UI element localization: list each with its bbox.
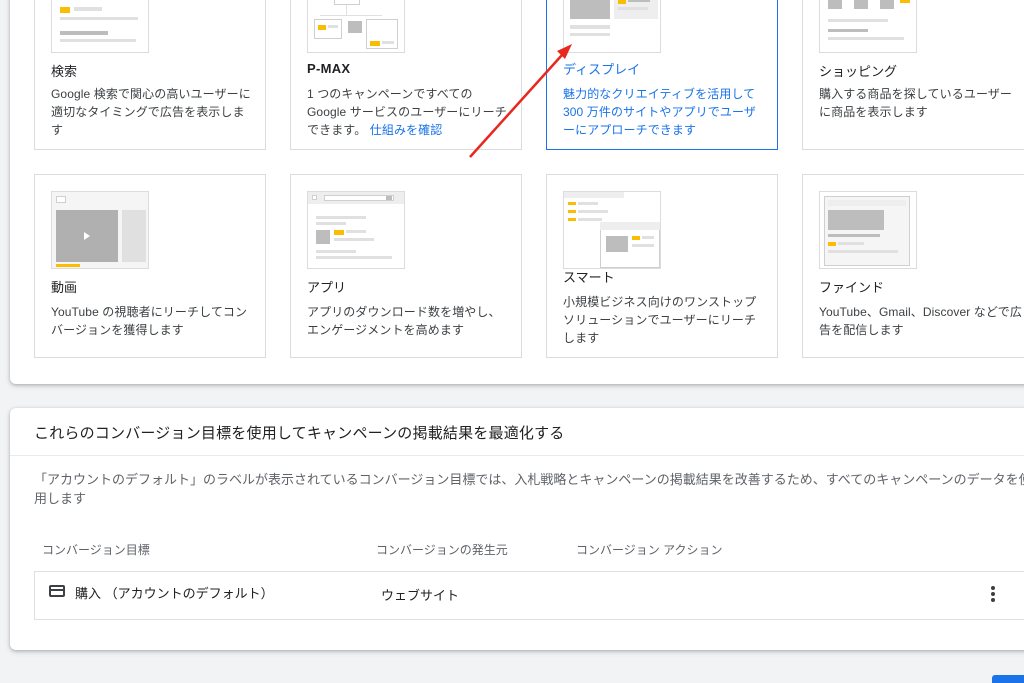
- campaign-type-smart-card[interactable]: スマート 小規模ビジネス向けのワンストップ ソリューションでユーザーにリーチしま…: [546, 174, 778, 358]
- conversion-goals-panel: これらのコンバージョン目標を使用してキャンペーンの掲載結果を最適化する 「アカウ…: [10, 408, 1024, 650]
- campaign-type-display-card[interactable]: ディスプレイ 魅力的なクリエイティブを活用して 300 万件のサイトやアプリでユ…: [546, 0, 778, 150]
- campaign-type-pmax-card[interactable]: P-MAX 1 つのキャンペーンですべての Google サービスのユーザーにリ…: [290, 0, 522, 150]
- campaign-type-search-card[interactable]: 検索 Google 検索で関心の高いユーザーに適切なタイミングで広告を表示します: [34, 0, 266, 150]
- divider: [10, 455, 1024, 456]
- card-title: ショッピング: [819, 64, 898, 79]
- card-description: 魅力的なクリエイティブを活用して 300 万件のサイトやアプリでユーザーにアプロ…: [563, 87, 756, 137]
- smart-illustration: [563, 191, 661, 269]
- learn-more-link[interactable]: 仕組みを確認: [370, 123, 443, 137]
- card-description: YouTube の視聴者にリーチしてコンバージョンを獲得します: [51, 305, 248, 337]
- section-description: 「アカウントのデフォルト」のラベルが表示されているコンバージョン目標では、入札戦…: [34, 472, 1024, 506]
- card-title: P-MAX: [307, 61, 351, 76]
- campaign-type-panel: 検索 Google 検索で関心の高いユーザーに適切なタイミングで広告を表示します…: [10, 0, 1024, 384]
- section-title: これらのコンバージョン目標を使用してキャンペーンの掲載結果を最適化する: [34, 425, 565, 442]
- card-title: 動画: [51, 280, 78, 295]
- play-icon: [84, 232, 90, 240]
- card-description: アプリのダウンロード数を増やし、エンゲージメントを高めます: [307, 305, 501, 337]
- search-illustration: [51, 0, 149, 53]
- app-illustration: [307, 191, 405, 269]
- campaign-type-app-card[interactable]: アプリ アプリのダウンロード数を増やし、エンゲージメントを高めます: [290, 174, 522, 358]
- conversion-source: ウェブサイト: [381, 588, 460, 603]
- campaign-type-discovery-card[interactable]: ファインド YouTube、Gmail、Discover などで広告を配信します: [802, 174, 1024, 358]
- discovery-illustration: [819, 191, 917, 269]
- card-title: ファインド: [819, 280, 885, 295]
- card-description: Google 検索で関心の高いユーザーに適切なタイミングで広告を表示します: [51, 87, 251, 137]
- video-illustration: [51, 191, 149, 269]
- conversion-goal-name: 購入 （アカウントのデフォルト）: [75, 586, 274, 601]
- card-title: スマート: [563, 270, 615, 285]
- card-description: 購入する商品を探しているユーザーに商品を表示します: [819, 87, 1013, 119]
- shopping-illustration: [819, 0, 917, 53]
- card-title: 検索: [51, 64, 78, 79]
- card-title: ディスプレイ: [563, 62, 641, 77]
- card-description: 1 つのキャンペーンですべての Google サービスのユーザーにリーチできます…: [307, 85, 511, 139]
- column-header-source: コンバージョンの発生元: [376, 543, 508, 557]
- campaign-type-shopping-card[interactable]: ショッピング 購入する商品を探しているユーザーに商品を表示します: [802, 0, 1024, 150]
- card-description: YouTube、Gmail、Discover などで広告を配信します: [819, 305, 1022, 337]
- card-description: 小規模ビジネス向けのワンストップ ソリューションでユーザーにリーチします: [563, 295, 757, 345]
- pmax-illustration: [307, 0, 405, 53]
- more-vert-icon[interactable]: [985, 585, 1001, 605]
- display-illustration: [563, 0, 661, 53]
- column-header-goal: コンバージョン目標: [42, 543, 150, 557]
- card-title: アプリ: [307, 280, 347, 295]
- table-row[interactable]: 購入 （アカウントのデフォルト） ウェブサイト: [34, 571, 1024, 620]
- credit-card-icon: [49, 585, 65, 597]
- next-button[interactable]: [992, 675, 1024, 683]
- column-header-action: コンバージョン アクション: [576, 543, 723, 557]
- campaign-type-video-card[interactable]: 動画 YouTube の視聴者にリーチしてコンバージョンを獲得します: [34, 174, 266, 358]
